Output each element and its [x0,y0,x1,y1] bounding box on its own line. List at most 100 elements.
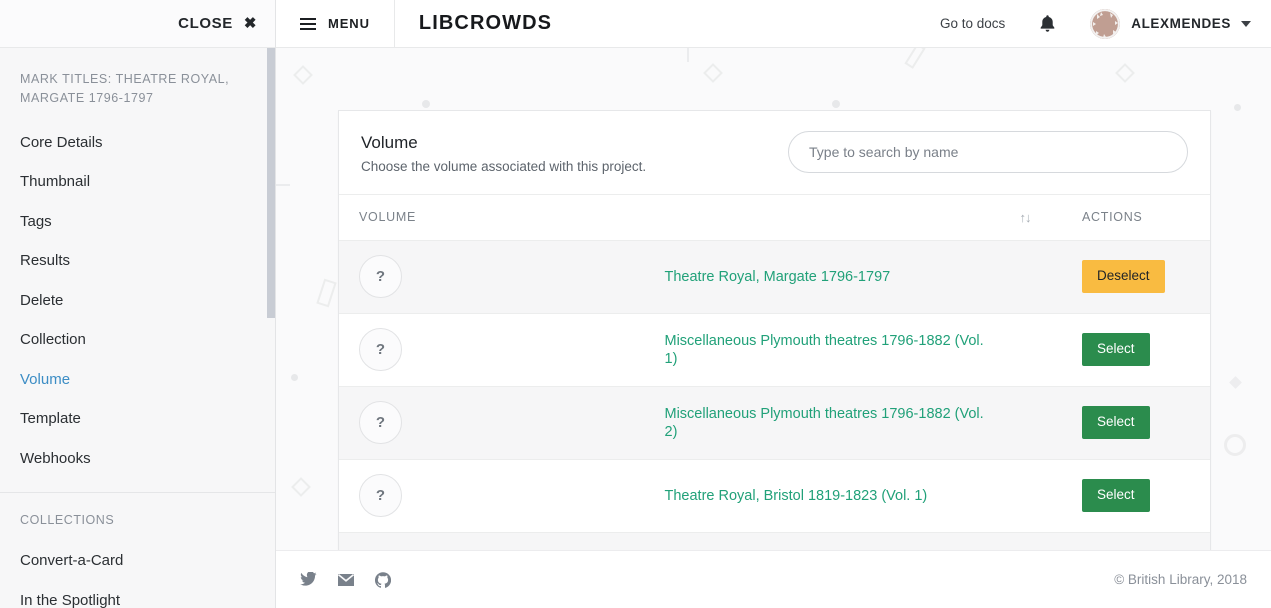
close-sidebar-button[interactable]: CLOSE ✖ [178,15,257,32]
table-row[interactable]: ? Miscellaneous Plymouth theatres 1796-1… [339,313,1210,386]
deco-diamond-icon [291,477,311,497]
deco-ring-icon [1224,434,1246,456]
deco-dot-icon [1234,104,1241,111]
row-thumbnail-cell: ? [339,459,665,532]
bell-icon[interactable] [1039,14,1056,33]
deco-rectangle-icon [316,279,336,308]
thumbnail-placeholder-icon: ? [359,255,402,298]
column-sort-toggle[interactable]: ↑↓ [990,195,1060,241]
sidebar-item-in-the-spotlight[interactable]: In the Spotlight [0,581,275,608]
row-sort-spacer [990,313,1060,386]
thumbnail-placeholder-icon: ? [359,401,402,444]
sort-asc-desc-icon[interactable]: ↑↓ [1020,210,1031,225]
sidebar-item-results[interactable]: Results [0,241,275,281]
row-actions-cell: Deselect [1060,240,1210,313]
row-name-cell: Theatre Royal, Bristol 1819-1823 (Vol. 1… [665,459,991,532]
sidebar-collections-label: COLLECTIONS [0,493,275,527]
sidebar-item-collection[interactable]: Collection [0,320,275,360]
deco-small-diamond-icon [1229,376,1242,389]
thumbnail-placeholder-icon: ? [359,328,402,371]
topbar-right-group: Go to docs ALEXMENDES [940,9,1271,39]
sidebar-header: CLOSE ✖ [0,0,275,48]
menu-label: MENU [328,16,370,31]
volume-card: Volume Choose the volume associated with… [338,110,1211,607]
sidebar-item-template[interactable]: Template [0,399,275,439]
sidebar-item-volume[interactable]: Volume [0,360,275,400]
chevron-down-icon[interactable] [1241,21,1251,27]
select-button[interactable]: Select [1082,333,1150,366]
sidebar-scrollbar[interactable] [267,48,275,318]
app-root: CLOSE ✖ MARK TITLES: THEATRE ROYAL, MARG… [0,0,1271,608]
volume-link[interactable]: Theatre Royal, Bristol 1819-1823 (Vol. 1… [665,488,928,504]
brand-logo[interactable]: LIBCROWDS [395,12,552,35]
deco-line-icon [687,48,689,62]
column-header-actions: ACTIONS [1060,195,1210,241]
table-header: VOLUME ↑↓ ACTIONS [339,195,1210,241]
github-icon[interactable] [375,572,391,588]
twitter-icon[interactable] [300,572,317,587]
row-sort-spacer [990,459,1060,532]
search-wrapper [788,131,1188,173]
sidebar-nav-list: Core Details Thumbnail Tags Results Dele… [0,109,275,479]
email-icon[interactable] [337,573,355,587]
row-name-cell: Miscellaneous Plymouth theatres 1796-188… [665,313,991,386]
card-subtitle: Choose the volume associated with this p… [361,159,646,174]
project-sidebar: CLOSE ✖ MARK TITLES: THEATRE ROYAL, MARG… [0,0,276,608]
card-title: Volume [361,130,646,156]
row-actions-cell: Select [1060,386,1210,459]
sidebar-collections-list: Convert-a-Card In the Spotlight [0,527,275,608]
column-header-volume: VOLUME [339,195,990,241]
sidebar-item-thumbnail[interactable]: Thumbnail [0,162,275,202]
page-footer: © British Library, 2018 [276,550,1271,608]
search-input[interactable] [788,131,1188,173]
sidebar-item-convert-a-card[interactable]: Convert-a-Card [0,541,275,581]
table-row[interactable]: ? Theatre Royal, Margate 1796-1797 Desel… [339,240,1210,313]
copyright-text: © British Library, 2018 [1114,572,1247,587]
sidebar-project-title: MARK TITLES: THEATRE ROYAL, MARGATE 1796… [0,48,275,109]
row-sort-spacer [990,240,1060,313]
row-thumbnail-cell: ? [339,386,665,459]
select-button[interactable]: Select [1082,406,1150,439]
thumbnail-placeholder-icon: ? [359,474,402,517]
social-links [300,572,391,588]
row-sort-spacer [990,386,1060,459]
avatar[interactable] [1090,9,1120,39]
row-thumbnail-cell: ? [339,240,665,313]
deco-dot-icon [832,100,840,108]
card-header: Volume Choose the volume associated with… [339,111,1210,195]
volume-link[interactable]: Miscellaneous Plymouth theatres 1796-188… [665,333,984,367]
top-navigation-bar: MENU LIBCROWDS Go to docs [276,0,1271,48]
deco-dot-icon [422,100,430,108]
deco-rectangle-icon [904,48,925,69]
volume-table: VOLUME ↑↓ ACTIONS ? [339,195,1210,606]
sidebar-item-webhooks[interactable]: Webhooks [0,439,275,479]
user-name-label[interactable]: ALEXMENDES [1131,16,1231,31]
sidebar-item-core-details[interactable]: Core Details [0,123,275,163]
table-row[interactable]: ? Theatre Royal, Bristol 1819-1823 (Vol.… [339,459,1210,532]
content-area: Volume Choose the volume associated with… [276,48,1271,608]
deco-diamond-icon [703,63,723,83]
menu-button[interactable]: MENU [276,0,395,48]
row-actions-cell: Select [1060,459,1210,532]
close-x-icon: ✖ [244,16,257,31]
sidebar-item-tags[interactable]: Tags [0,202,275,242]
select-button[interactable]: Select [1082,479,1150,512]
card-header-text: Volume Choose the volume associated with… [361,130,646,174]
table-row[interactable]: ? Miscellaneous Plymouth theatres 1796-1… [339,386,1210,459]
volume-link[interactable]: Theatre Royal, Margate 1796-1797 [665,269,891,285]
deco-line-icon [276,184,290,186]
deco-diamond-icon [1115,63,1135,83]
row-name-cell: Theatre Royal, Margate 1796-1797 [665,240,991,313]
row-name-cell: Miscellaneous Plymouth theatres 1796-188… [665,386,991,459]
sidebar-item-delete[interactable]: Delete [0,281,275,321]
deco-dot-icon [291,374,298,381]
row-thumbnail-cell: ? [339,313,665,386]
main-region: MENU LIBCROWDS Go to docs [276,0,1271,608]
close-label: CLOSE [178,15,233,32]
sidebar-scroll-area: MARK TITLES: THEATRE ROYAL, MARGATE 1796… [0,48,275,608]
deco-diamond-icon [293,65,313,85]
table-header-row: VOLUME ↑↓ ACTIONS [339,195,1210,241]
go-to-docs-link[interactable]: Go to docs [940,16,1005,31]
volume-link[interactable]: Miscellaneous Plymouth theatres 1796-188… [665,406,984,440]
deselect-button[interactable]: Deselect [1082,260,1165,293]
